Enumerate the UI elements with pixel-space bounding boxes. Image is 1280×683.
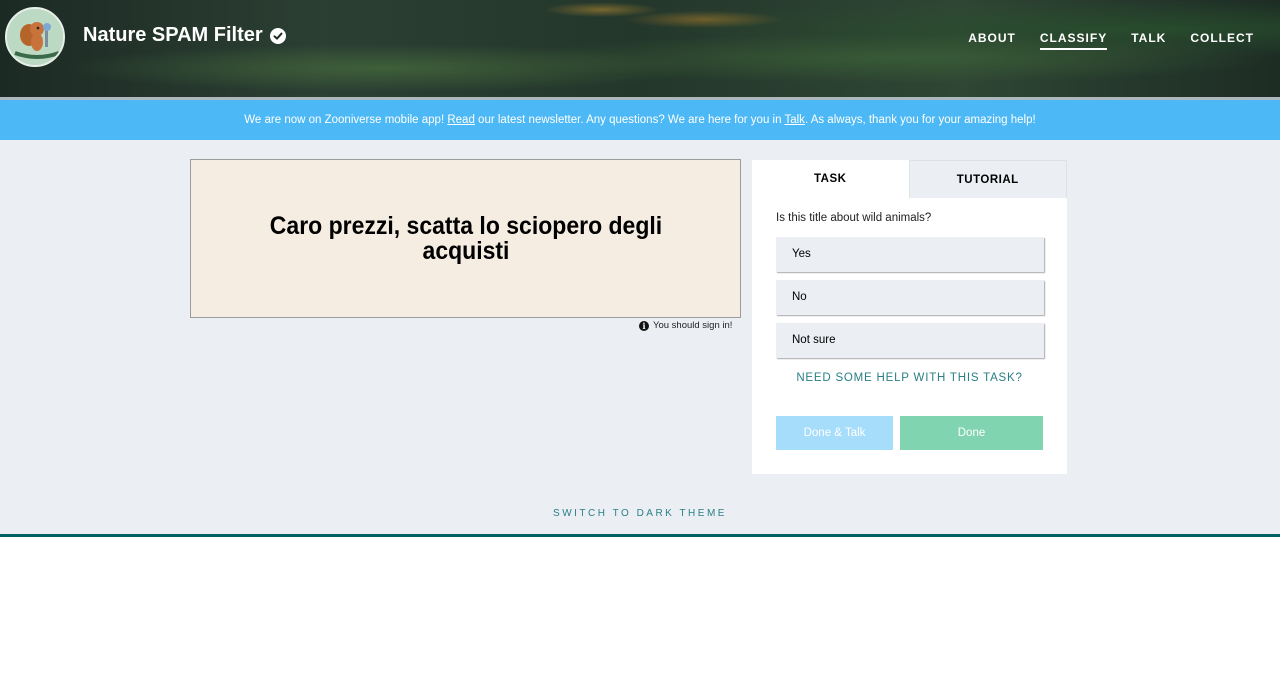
tab-tutorial[interactable]: TUTORIAL bbox=[908, 160, 1067, 198]
answer-no-button[interactable]: No bbox=[776, 280, 1044, 315]
verified-check-icon bbox=[270, 28, 286, 44]
banner-text-3: . As always, thank you for your amazing … bbox=[804, 114, 1036, 126]
answer-yes-button[interactable]: Yes bbox=[776, 237, 1044, 272]
project-title[interactable]: Nature SPAM Filter bbox=[83, 24, 263, 47]
banner-text-1: We are now on Zooniverse mobile app! bbox=[244, 114, 448, 126]
tab-task[interactable]: TASK bbox=[752, 160, 909, 198]
nav-talk[interactable]: TALK bbox=[1131, 31, 1166, 50]
classify-area: Caro prezzi, scatta lo sciopero degli ac… bbox=[0, 140, 1280, 537]
answer-list: Yes No Not sure bbox=[776, 237, 1067, 358]
newsletter-link[interactable]: Read bbox=[447, 114, 475, 126]
info-icon: i bbox=[639, 320, 649, 331]
nav-collect[interactable]: COLLECT bbox=[1190, 31, 1254, 50]
subject-text: Caro prezzi, scatta lo sciopero degli ac… bbox=[269, 211, 662, 265]
task-tabs: TASK TUTORIAL bbox=[752, 160, 1067, 198]
task-actions: Done & Talk Done bbox=[776, 416, 1043, 450]
project-avatar[interactable] bbox=[5, 7, 65, 67]
nav-classify[interactable]: CLASSIFY bbox=[1039, 31, 1108, 50]
signin-note[interactable]: i You should sign in! bbox=[639, 320, 732, 331]
project-nav: ABOUT CLASSIFY TALK COLLECT bbox=[968, 31, 1254, 50]
task-panel: TASK TUTORIAL Is this title about wild a… bbox=[752, 160, 1067, 474]
done-and-talk-button[interactable]: Done & Talk bbox=[776, 416, 893, 450]
subject-viewer: Caro prezzi, scatta lo sciopero degli ac… bbox=[190, 159, 741, 318]
banner-text-2: our latest newsletter. Any questions? We… bbox=[474, 114, 785, 126]
project-header: Nature SPAM Filter ABOUT CLASSIFY TALK C… bbox=[0, 0, 1280, 97]
task-question: Is this title about wild animals? bbox=[776, 212, 932, 224]
nav-about[interactable]: ABOUT bbox=[968, 31, 1016, 50]
answer-not-sure-button[interactable]: Not sure bbox=[776, 323, 1044, 358]
talk-link[interactable]: Talk bbox=[784, 114, 804, 126]
squirrel-logo-icon bbox=[7, 9, 63, 65]
dark-theme-toggle[interactable]: SWITCH TO DARK THEME bbox=[0, 508, 1280, 519]
signin-note-text: You should sign in! bbox=[653, 320, 733, 331]
announcement-banner: We are now on Zooniverse mobile app! Rea… bbox=[0, 100, 1280, 140]
task-help-link[interactable]: NEED SOME HELP WITH THIS TASK? bbox=[752, 372, 1067, 384]
done-button[interactable]: Done bbox=[900, 416, 1043, 450]
